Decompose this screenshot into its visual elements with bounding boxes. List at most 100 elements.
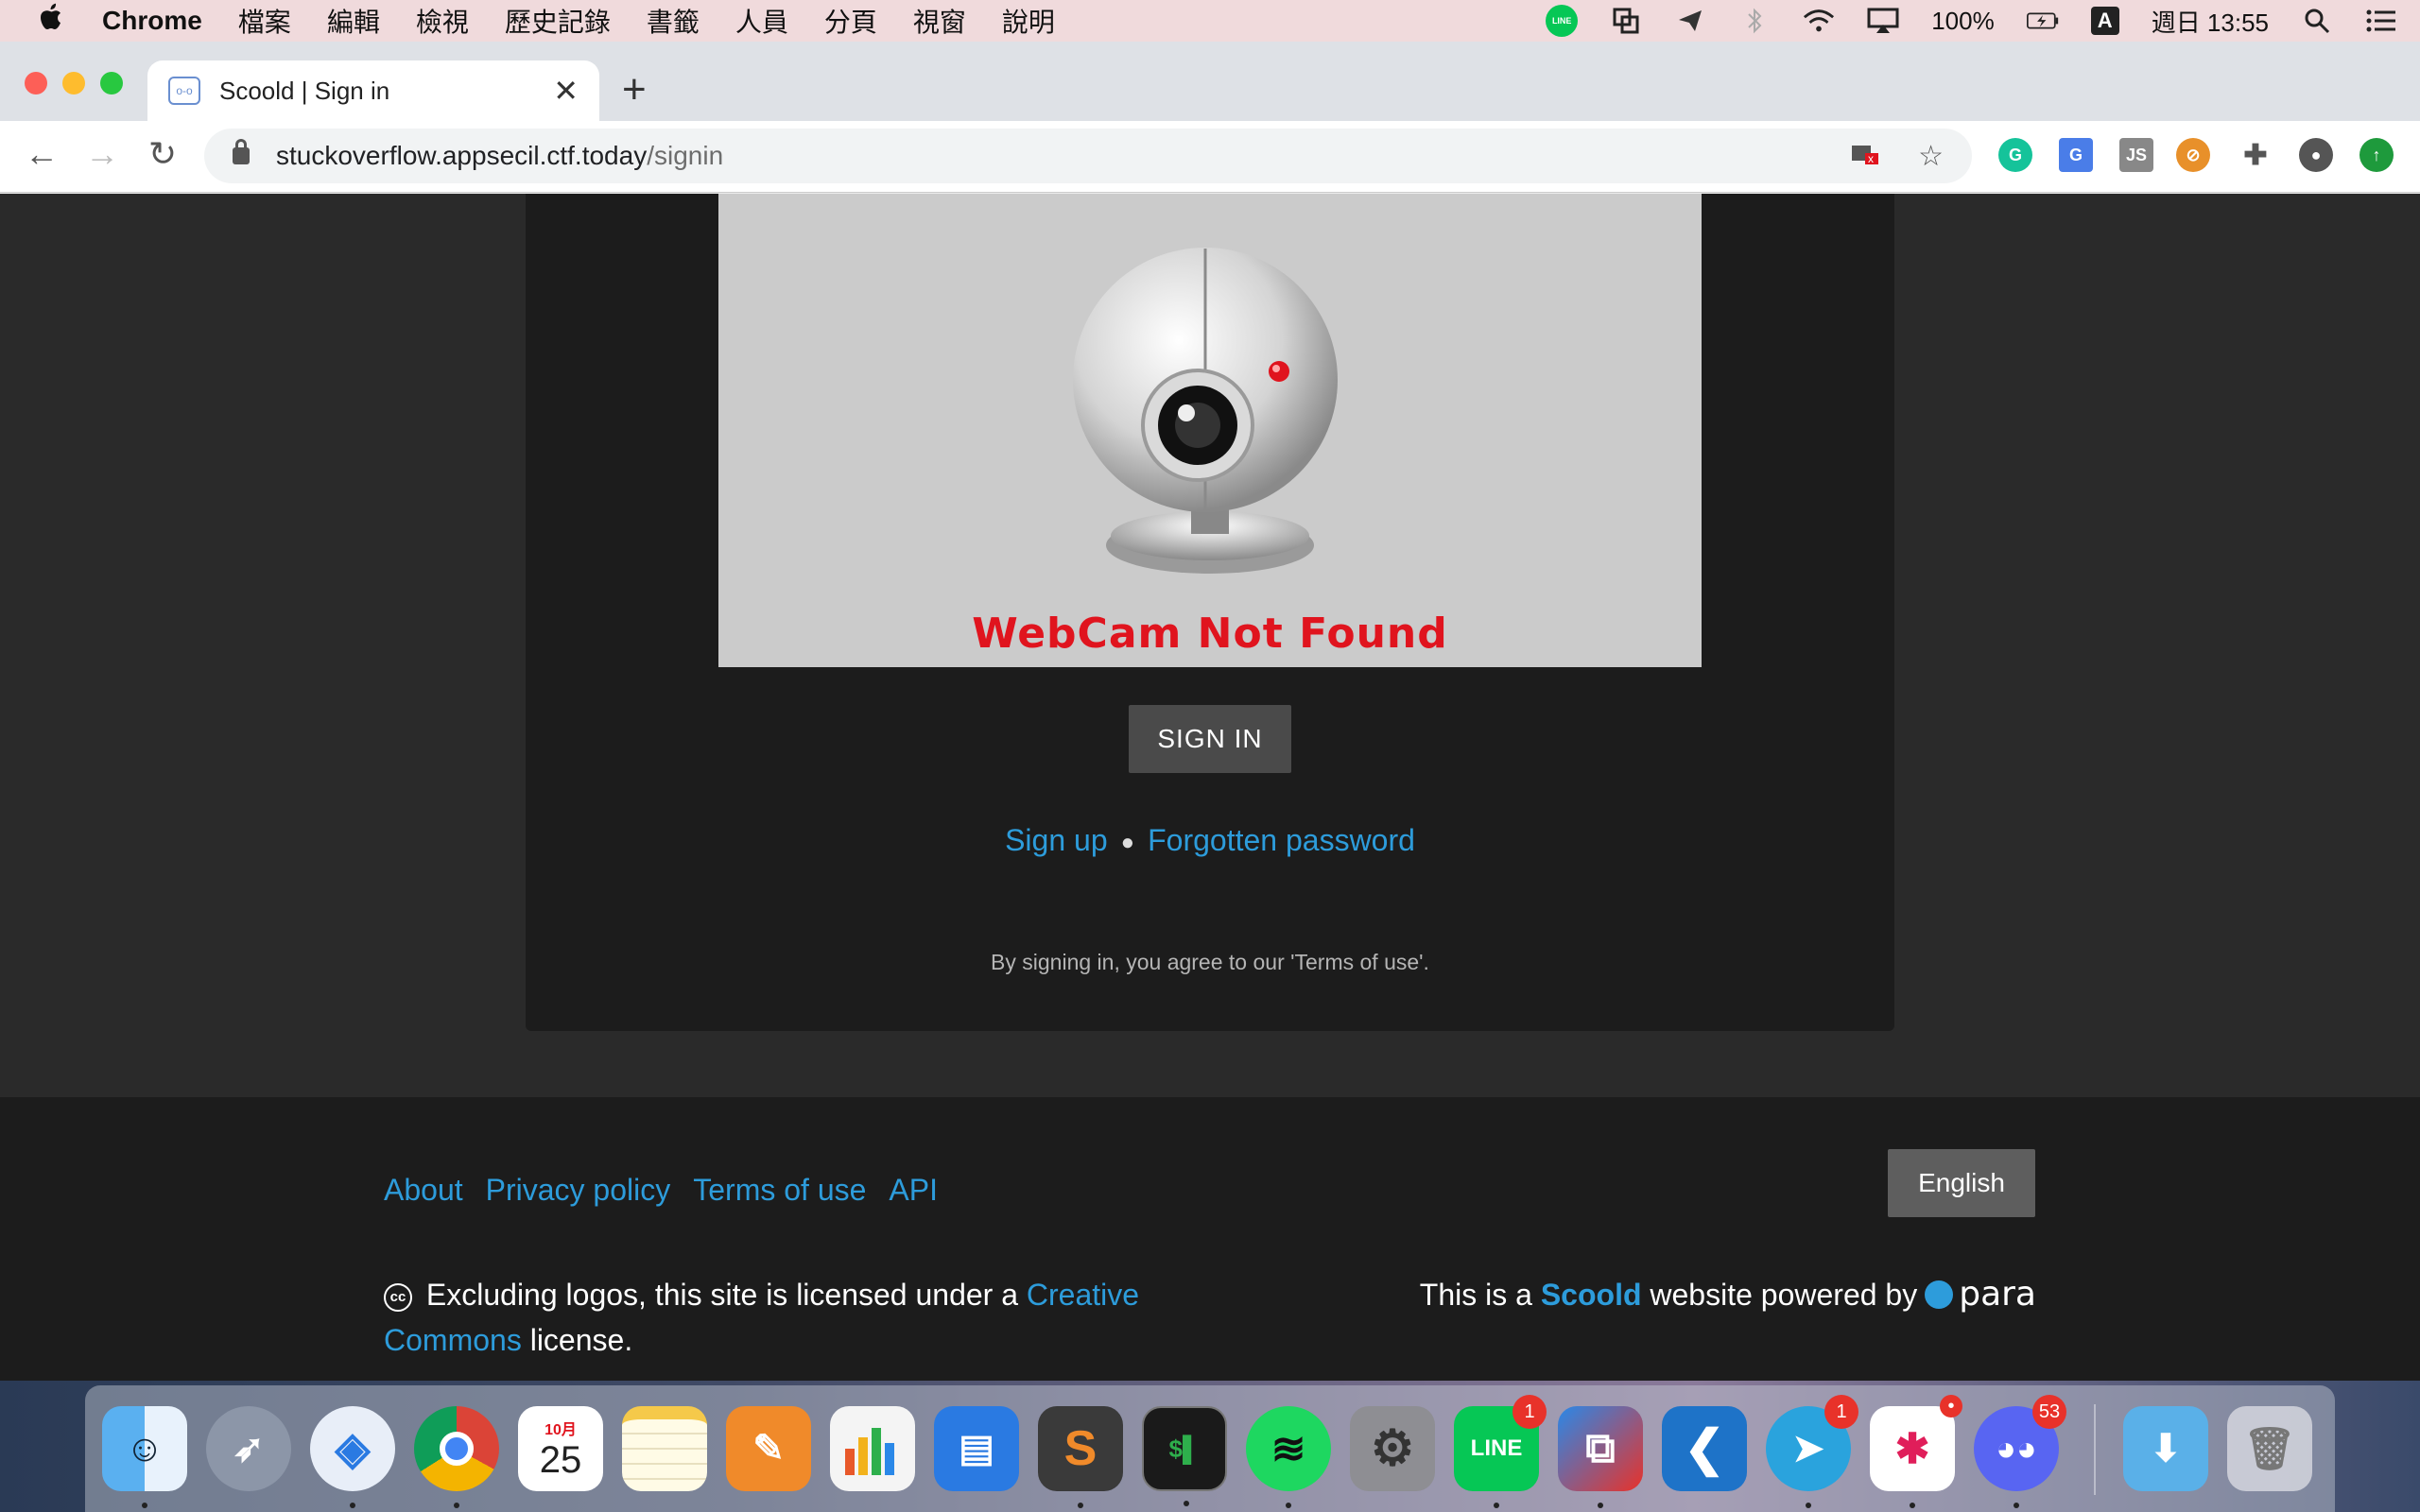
chrome-dock-icon[interactable] bbox=[414, 1406, 499, 1508]
footer-link-about[interactable]: About bbox=[384, 1173, 463, 1208]
active-tab[interactable]: o-o Scoold | Sign in ✕ bbox=[147, 60, 599, 121]
notes-dock-icon[interactable] bbox=[622, 1406, 707, 1491]
language-button[interactable]: English bbox=[1888, 1149, 2035, 1217]
slack-dock-icon[interactable]: ✱ • bbox=[1870, 1395, 1962, 1508]
downloads-folder-dock-icon[interactable]: ⬇ bbox=[2123, 1406, 2208, 1491]
finder-dock-icon[interactable]: ☺ bbox=[102, 1406, 187, 1508]
footer-link-privacy[interactable]: Privacy policy bbox=[486, 1173, 671, 1208]
forgotten-password-link[interactable]: Forgotten password bbox=[1148, 823, 1415, 857]
window-zoom-button[interactable] bbox=[100, 72, 123, 94]
menu-people[interactable]: 人員 bbox=[735, 2, 788, 40]
browser-tab-strip: o-o Scoold | Sign in ✕ + bbox=[0, 42, 2420, 121]
numbers-dock-icon[interactable] bbox=[830, 1406, 915, 1491]
menu-bookmarks[interactable]: 書籤 bbox=[647, 2, 700, 40]
dock-separator bbox=[2094, 1404, 2096, 1495]
line-badge: 1 bbox=[1512, 1395, 1547, 1429]
tab-title: Scoold | Sign in bbox=[219, 76, 390, 105]
extensions-puzzle-icon[interactable]: ✚ bbox=[2238, 138, 2273, 172]
reload-button[interactable]: ↻ bbox=[142, 134, 183, 174]
window-minimize-button[interactable] bbox=[62, 72, 85, 94]
send-status-icon[interactable] bbox=[1674, 7, 1706, 35]
parallels-dock-icon[interactable]: ⧉ bbox=[1558, 1406, 1643, 1508]
battery-percent: 100% bbox=[1931, 6, 1995, 35]
screen-capture-icon[interactable] bbox=[1610, 7, 1642, 35]
license-text: cc Excluding logos, this site is license… bbox=[384, 1272, 1159, 1363]
url-host: stuckoverflow.appsecil.ctf.today bbox=[276, 141, 648, 170]
battery-icon[interactable] bbox=[2026, 7, 2059, 35]
sign-in-button[interactable]: SIGN IN bbox=[1129, 705, 1291, 773]
webcam-illustration-icon bbox=[1073, 248, 1338, 574]
terminal-dock-icon[interactable]: $▌ bbox=[1142, 1406, 1227, 1506]
line-dock-icon[interactable]: LINE 1 bbox=[1454, 1395, 1547, 1508]
page-viewport: WebCam Not Found SIGN IN Sign up ● Forgott… bbox=[0, 194, 2420, 1381]
grammarly-extension-icon[interactable]: G bbox=[1998, 138, 2032, 172]
footer-link-api[interactable]: API bbox=[889, 1173, 938, 1208]
vscode-dock-icon[interactable]: ❮ bbox=[1662, 1406, 1747, 1491]
line-status-icon[interactable]: LINE bbox=[1546, 5, 1579, 37]
powered-mid: website powered by bbox=[1650, 1278, 1918, 1312]
camera-blocked-icon[interactable]: x bbox=[1850, 140, 1880, 174]
lock-icon[interactable] bbox=[233, 139, 250, 164]
trash-dock-icon[interactable]: 🗑 bbox=[2227, 1406, 2312, 1491]
discord-dock-icon[interactable]: ◕◕ 53 bbox=[1974, 1395, 2066, 1508]
powered-prefix: This is a bbox=[1419, 1278, 1532, 1312]
telegram-dock-icon[interactable]: ➤ 1 bbox=[1766, 1395, 1858, 1508]
back-button[interactable]: ← bbox=[21, 134, 62, 174]
blocker-extension-icon[interactable]: ⊘ bbox=[2176, 138, 2210, 172]
tab-close-icon[interactable]: ✕ bbox=[553, 73, 579, 109]
input-method-indicator[interactable]: A bbox=[2090, 7, 2119, 35]
calendar-dock-icon[interactable]: 10月 25 bbox=[518, 1406, 603, 1491]
sign-up-link[interactable]: Sign up bbox=[1005, 823, 1108, 857]
safari-dock-icon[interactable]: ◈ bbox=[310, 1406, 395, 1508]
separator-dot: ● bbox=[1120, 829, 1135, 855]
para-logo[interactable]: para bbox=[1925, 1272, 2036, 1317]
launchpad-dock-icon[interactable]: ➶ bbox=[206, 1406, 291, 1491]
menu-history[interactable]: 歷史記錄 bbox=[505, 2, 611, 40]
notification-center-icon[interactable] bbox=[2365, 7, 2397, 35]
apple-menu-icon[interactable] bbox=[36, 2, 74, 40]
spotlight-search-icon[interactable] bbox=[2301, 7, 2333, 35]
webcam-not-found-caption: WebCam Not Found bbox=[972, 610, 1448, 658]
window-close-button[interactable] bbox=[25, 72, 47, 94]
menubar-status-area: LINE 100% A 週日 13:55 bbox=[1546, 0, 2397, 42]
airplay-icon[interactable] bbox=[1867, 7, 1899, 35]
scoold-favicon-icon: o-o bbox=[168, 77, 200, 105]
site-footer: About Privacy policy Terms of use API En… bbox=[0, 1097, 2420, 1381]
js-extension-icon[interactable]: JS bbox=[2119, 138, 2153, 172]
footer-link-terms[interactable]: Terms of use bbox=[693, 1173, 866, 1208]
menubar-clock[interactable]: 週日 13:55 bbox=[2152, 4, 2269, 39]
pages-dock-icon[interactable]: ✎ bbox=[726, 1406, 811, 1491]
forward-button[interactable]: → bbox=[81, 134, 123, 174]
license-prefix: Excluding logos, this site is licensed u… bbox=[425, 1278, 1019, 1312]
wifi-icon[interactable] bbox=[1803, 7, 1835, 35]
macos-menu-bar: Chrome 檔案 編輯 檢視 歷史記錄 書籤 人員 分頁 視窗 說明 LINE… bbox=[0, 0, 2420, 42]
macos-dock: ☺ ➶ ◈ 10月 25 ✎ ▤ S $▌ ≋ ⚙ LINE 1 ⧉ ❮ ➤ 1 ✱… bbox=[85, 1385, 2335, 1512]
menu-view[interactable]: 檢視 bbox=[416, 2, 469, 40]
menu-help[interactable]: 說明 bbox=[1002, 2, 1055, 40]
update-arrow-icon[interactable]: ↑ bbox=[2360, 138, 2394, 172]
keynote-dock-icon[interactable]: ▤ bbox=[934, 1406, 1019, 1491]
auth-links: Sign up ● Forgotten password bbox=[0, 823, 2420, 858]
menu-tab[interactable]: 分頁 bbox=[824, 2, 877, 40]
menu-file[interactable]: 檔案 bbox=[238, 2, 291, 40]
bluetooth-icon[interactable] bbox=[1738, 7, 1771, 35]
calendar-day: 25 bbox=[539, 1438, 582, 1481]
telegram-badge: 1 bbox=[1824, 1395, 1858, 1429]
address-bar[interactable]: stuckoverflow.appsecil.ctf.today/signin … bbox=[204, 129, 1972, 183]
spotify-dock-icon[interactable]: ≋ bbox=[1246, 1406, 1331, 1508]
scoold-link[interactable]: Scoold bbox=[1541, 1272, 1642, 1317]
discord-badge: 53 bbox=[2032, 1395, 2066, 1429]
license-suffix: license. bbox=[529, 1323, 633, 1357]
menu-edit[interactable]: 編輯 bbox=[327, 2, 380, 40]
webcam-preview: WebCam Not Found bbox=[718, 194, 1702, 667]
menu-app-name[interactable]: Chrome bbox=[102, 6, 202, 36]
sublime-text-dock-icon[interactable]: S bbox=[1038, 1406, 1123, 1508]
google-translate-extension-icon[interactable]: G bbox=[2059, 138, 2093, 172]
profile-avatar-icon[interactable]: ● bbox=[2299, 138, 2333, 172]
new-tab-button[interactable]: + bbox=[622, 66, 647, 113]
url-path: /signin bbox=[647, 141, 724, 170]
para-logo-icon bbox=[1925, 1280, 1954, 1309]
menu-window[interactable]: 視窗 bbox=[913, 2, 966, 40]
bookmark-star-icon[interactable]: ☆ bbox=[1918, 140, 1944, 174]
system-preferences-dock-icon[interactable]: ⚙ bbox=[1350, 1406, 1435, 1491]
